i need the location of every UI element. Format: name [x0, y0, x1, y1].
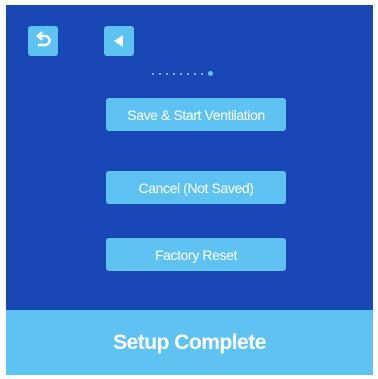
- page-dot: [201, 72, 203, 75]
- undo-arrow-icon: [33, 31, 53, 51]
- page-title: Setup Complete: [113, 330, 266, 354]
- footer-bar: Setup Complete: [6, 310, 373, 375]
- page-dot-active: [208, 71, 213, 76]
- save-start-ventilation-button[interactable]: Save & Start Ventilation: [106, 98, 286, 131]
- page-dot: [166, 72, 168, 75]
- page-dot: [180, 72, 182, 75]
- factory-reset-button[interactable]: Factory Reset: [106, 238, 286, 271]
- back-button[interactable]: [28, 26, 58, 56]
- page-dot: [152, 72, 154, 75]
- page-dot: [159, 72, 161, 75]
- previous-button[interactable]: [104, 26, 134, 56]
- page-dot: [187, 72, 189, 75]
- page-dot: [173, 72, 175, 75]
- triangle-left-icon: [111, 33, 127, 49]
- page-indicator: [152, 71, 213, 76]
- page-dot: [194, 72, 196, 75]
- cancel-not-saved-button[interactable]: Cancel (Not Saved): [106, 171, 286, 204]
- setup-screen: Save & Start Ventilation Cancel (Not Sav…: [6, 5, 373, 375]
